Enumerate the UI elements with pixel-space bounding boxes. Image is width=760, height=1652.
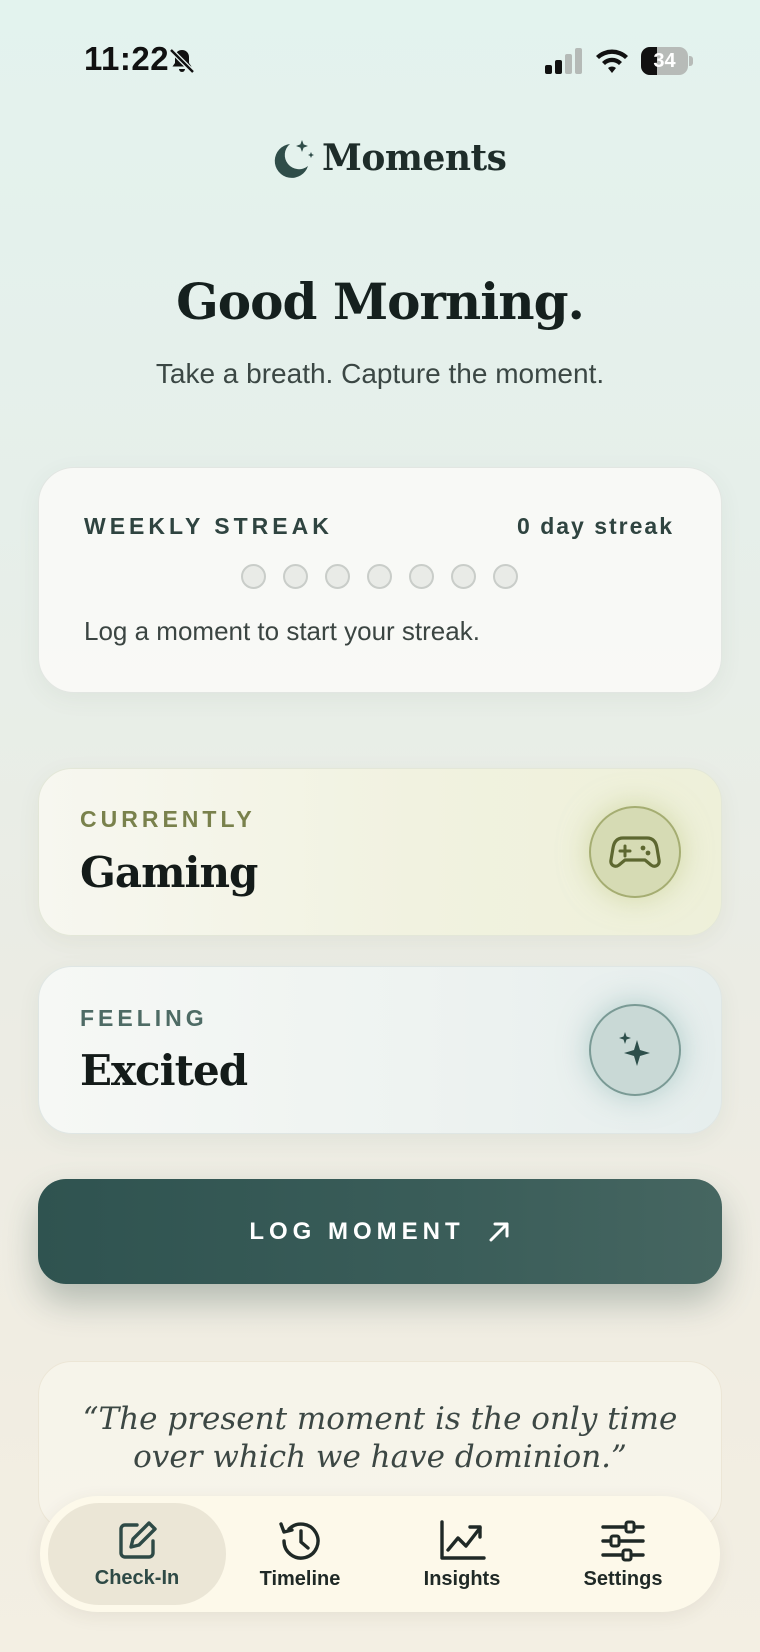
- battery-level: 34: [653, 50, 676, 72]
- history-clock-icon: [279, 1521, 320, 1560]
- tab-label: Insights: [423, 1567, 501, 1590]
- streak-day-dot: [367, 564, 392, 589]
- currently-label: CURRENTLY: [80, 806, 256, 832]
- quote-text: “The present moment is the only time ove…: [82, 1401, 678, 1475]
- feeling-icon-button[interactable]: [589, 1004, 681, 1096]
- tab-settings[interactable]: Settings: [552, 1503, 694, 1605]
- tab-timeline[interactable]: Timeline: [230, 1503, 370, 1605]
- tab-label: Settings: [583, 1567, 663, 1590]
- arrow-up-right-icon: [489, 1222, 509, 1241]
- status-time: 11:22: [84, 40, 170, 77]
- feeling-label: FEELING: [80, 1005, 208, 1031]
- currently-value: Gaming: [80, 848, 258, 897]
- streak-day-dot: [451, 564, 476, 589]
- streak-label: WEEKLY STREAK: [84, 513, 333, 539]
- greeting-title: Good Morning.: [176, 272, 585, 331]
- tab-insights[interactable]: Insights: [392, 1503, 532, 1605]
- streak-day-dot: [493, 564, 518, 589]
- moon-stars-icon: [274, 140, 314, 178]
- sliders-icon: [601, 1520, 645, 1561]
- streak-day-dot: [241, 564, 266, 589]
- app-title: Moments: [322, 137, 507, 179]
- streak-day-dot: [283, 564, 308, 589]
- log-moment-label: LOG MOMENT: [249, 1217, 465, 1245]
- sparkle-icon: [619, 1032, 650, 1066]
- trend-chart-icon: [440, 1519, 486, 1560]
- edit-square-icon: [119, 1520, 157, 1559]
- gamepad-icon: [609, 836, 661, 868]
- bell-slash-icon: [169, 48, 195, 74]
- log-moment-button[interactable]: LOG MOMENT: [38, 1179, 722, 1284]
- streak-hint: Log a moment to start your streak.: [84, 616, 480, 646]
- greeting-subtitle: Take a breath. Capture the moment.: [155, 358, 605, 389]
- streak-dots: [241, 564, 518, 589]
- cellular-signal-icon: [545, 48, 582, 74]
- wifi-icon: [596, 49, 628, 73]
- streak-day-dot: [409, 564, 434, 589]
- feeling-value: Excited: [80, 1046, 248, 1095]
- battery-icon: 34: [641, 47, 693, 75]
- tab-label: Timeline: [259, 1567, 341, 1590]
- streak-day-dot: [325, 564, 350, 589]
- tab-check-in[interactable]: Check-In: [48, 1503, 226, 1605]
- tab-label: Check-In: [94, 1566, 180, 1589]
- currently-icon-button[interactable]: [589, 806, 681, 898]
- streak-count: 0 day streak: [517, 513, 674, 539]
